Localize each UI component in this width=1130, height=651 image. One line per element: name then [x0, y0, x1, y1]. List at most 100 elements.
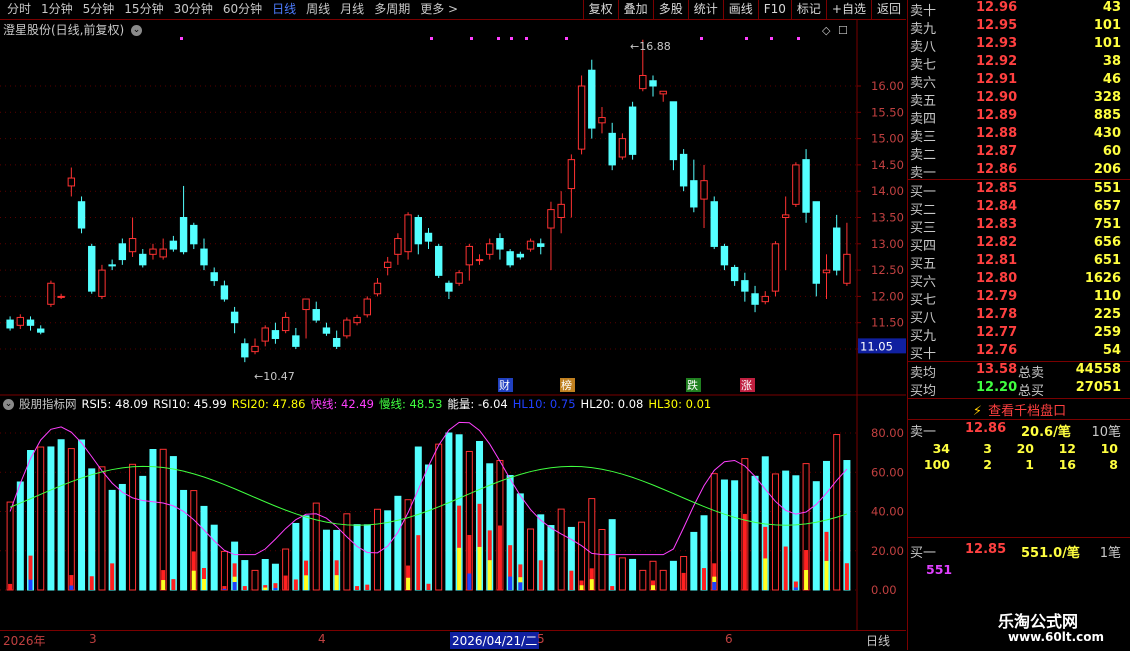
- level-label: 卖十: [910, 4, 937, 19]
- sell-level[interactable]: 卖四 12.89 885: [908, 108, 1130, 127]
- buy-level[interactable]: 买一 12.85 551: [908, 181, 1130, 200]
- level-volume: 206: [1093, 162, 1121, 177]
- tool-button-3[interactable]: 统计: [687, 0, 723, 19]
- total-label: 总买: [1018, 384, 1045, 399]
- period-label[interactable]: 日线: [866, 632, 890, 649]
- view-depth-button[interactable]: ⚡ 查看千档盘口: [908, 400, 1130, 419]
- dropdown-circle-icon[interactable]: ⌄: [3, 398, 14, 410]
- candle-body: [47, 282, 55, 305]
- level-label: 卖二: [910, 148, 937, 163]
- indicator-subbar: [334, 575, 339, 590]
- candle-body: [383, 261, 392, 268]
- indicator-subbar: [457, 547, 462, 590]
- indicator-bar: [812, 481, 820, 591]
- level-volume: 656: [1093, 235, 1121, 250]
- tab-6[interactable]: 日线: [267, 1, 301, 18]
- candle-body: [251, 345, 259, 353]
- buy-level[interactable]: 买九 12.77 259: [908, 325, 1130, 344]
- level-price: 12.85: [965, 542, 1007, 557]
- indicator-subbar: [69, 585, 74, 590]
- tab-10[interactable]: 更多 >: [415, 1, 463, 18]
- sell-level[interactable]: 卖六 12.91 46: [908, 72, 1130, 91]
- buy-level[interactable]: 买二 12.84 657: [908, 199, 1130, 218]
- sell-level[interactable]: 卖七 12.92 38: [908, 54, 1130, 73]
- candle-body: [230, 311, 239, 324]
- indicator-bar: [139, 475, 147, 591]
- tab-9[interactable]: 多周期: [369, 1, 415, 18]
- tab-4[interactable]: 30分钟: [169, 1, 218, 18]
- buy-level[interactable]: 买六 12.80 1626: [908, 271, 1130, 290]
- tool-button-8[interactable]: 返回: [870, 0, 906, 19]
- candle-body: [312, 309, 320, 321]
- tool-button-0[interactable]: 复权: [582, 0, 618, 19]
- signal-marker: [430, 37, 433, 40]
- level-volume: 101: [1093, 36, 1121, 51]
- buy-level[interactable]: 买五 12.81 651: [908, 253, 1130, 272]
- signal-marker: [700, 37, 703, 40]
- total-value: 44558: [1075, 362, 1121, 377]
- tab-1[interactable]: 1分钟: [36, 1, 78, 18]
- sell-level[interactable]: 卖十 12.96 43: [908, 0, 1130, 19]
- indicator-bar: [312, 502, 320, 591]
- level-label: 卖八: [910, 40, 937, 55]
- tab-8[interactable]: 月线: [335, 1, 369, 18]
- indicator-name[interactable]: 股朋指标网: [19, 396, 77, 412]
- buy-level[interactable]: 买七 12.79 110: [908, 289, 1130, 308]
- level-price: 12.96: [976, 0, 1018, 15]
- tab-0[interactable]: 分时: [2, 1, 36, 18]
- candle-body: [241, 343, 249, 358]
- sell-level[interactable]: 卖一 12.86 206: [908, 162, 1130, 181]
- low-price-label: ←10.47: [254, 370, 295, 383]
- indicator-subbar: [569, 570, 574, 590]
- queue-value: 16: [1058, 457, 1076, 472]
- sell-level[interactable]: 卖三 12.88 430: [908, 126, 1130, 145]
- buy-level[interactable]: 买十 12.76 54: [908, 343, 1130, 362]
- tab-5[interactable]: 60分钟: [218, 1, 267, 18]
- indicator-bar: [129, 463, 137, 591]
- tool-button-6[interactable]: 标记: [790, 0, 826, 19]
- level-label: 卖一: [910, 425, 937, 440]
- candle-body: [108, 264, 116, 267]
- buy-level[interactable]: 买八 12.78 225: [908, 307, 1130, 326]
- candle-body: [292, 335, 300, 347]
- per-order: 551.0/笔: [1021, 546, 1080, 561]
- buy-level[interactable]: 买四 12.82 656: [908, 235, 1130, 254]
- level-volume: 225: [1093, 307, 1121, 322]
- level-price: 12.82: [976, 235, 1018, 250]
- candle-body: [149, 248, 157, 255]
- candle-body: [139, 253, 147, 266]
- sell-level[interactable]: 卖五 12.90 328: [908, 90, 1130, 109]
- tool-button-7[interactable]: +自选: [825, 0, 871, 19]
- level-label: 卖三: [910, 130, 937, 145]
- sell-level[interactable]: 卖八 12.93 101: [908, 36, 1130, 55]
- tab-2[interactable]: 5分钟: [78, 1, 120, 18]
- diamond-icon[interactable]: ◇: [822, 24, 831, 37]
- divider: [908, 179, 1130, 180]
- avg-label: 卖均: [910, 366, 937, 381]
- indicator-bar: [363, 524, 371, 591]
- close-icon[interactable]: ☐: [838, 24, 848, 37]
- level-volume: 885: [1093, 108, 1121, 123]
- level-volume: 101: [1093, 18, 1121, 33]
- indicator-bar: [180, 489, 188, 591]
- sell-level[interactable]: 卖九 12.95 101: [908, 18, 1130, 37]
- level-label: 卖九: [910, 22, 937, 37]
- chart-area[interactable]: 16.00 15.50 15.00 14.50 14.00 13.50 13.00 12.50…: [0, 20, 906, 630]
- level-volume: 54: [1102, 343, 1121, 358]
- indicator-value: HL30: 0.01: [648, 397, 712, 411]
- tab-7[interactable]: 周线: [301, 1, 335, 18]
- level-volume: 751: [1093, 217, 1121, 232]
- indicator-tick-label: 80.00: [871, 426, 904, 440]
- indicator-bar: [67, 448, 75, 591]
- buy-level[interactable]: 买三 12.83 751: [908, 217, 1130, 236]
- tool-button-2[interactable]: 多股: [652, 0, 688, 19]
- tool-button-1[interactable]: 叠加: [617, 0, 653, 19]
- tool-button-4[interactable]: 画线: [722, 0, 758, 19]
- candle-body: [557, 203, 565, 219]
- indicator-bar: [833, 434, 841, 591]
- candle-body: [843, 253, 851, 284]
- tool-button-5[interactable]: F10: [757, 0, 791, 19]
- tab-3[interactable]: 15分钟: [119, 1, 168, 18]
- sell-level[interactable]: 卖二 12.87 60: [908, 144, 1130, 163]
- indicator-bars: [6, 432, 851, 591]
